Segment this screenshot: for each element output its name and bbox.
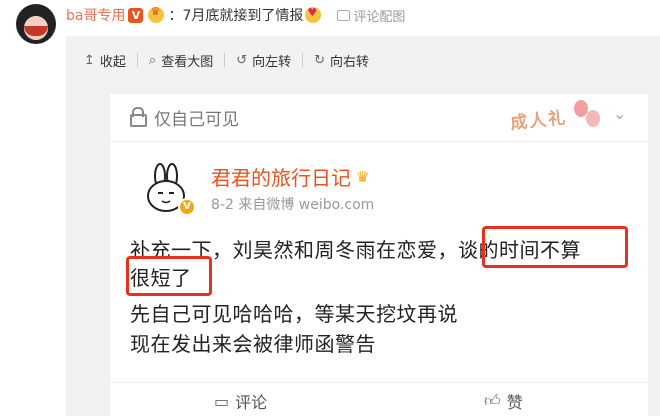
comment-label: 评论 <box>235 393 268 412</box>
comment-line: ba哥专用 V ： 7月底就接到了情报 评论配图 <box>66 5 405 25</box>
rotate-left-label: 向左转 <box>252 54 292 70</box>
highlight-box <box>126 256 212 296</box>
post-author: 君君的旅行日记 ♛ <box>211 162 369 191</box>
post-text-line-3: 先自己可见哈哈哈，等某天挖坟再说 <box>130 302 458 326</box>
screenshot-topbar: 仅自己可见 成人礼 ⌄ <box>110 94 648 142</box>
rotate-right-button[interactable]: ↻ 向右转 <box>303 51 380 70</box>
lock-icon <box>130 107 147 127</box>
member-crown-icon <box>148 5 165 23</box>
image-icon <box>337 9 351 21</box>
highlight-box <box>482 226 628 268</box>
visibility-label: 仅自己可见 <box>154 110 239 130</box>
view-large-label: 查看大图 <box>161 54 214 70</box>
collapse-icon: ↥ <box>84 52 95 68</box>
commenter-username[interactable]: ba哥专用 <box>66 5 125 25</box>
rotate-left-icon: ↺ <box>236 52 248 68</box>
rotate-right-label: 向右转 <box>330 54 370 70</box>
chevron-down-icon: ⌄ <box>613 104 627 123</box>
posted-screenshot-image[interactable]: 仅自己可见 成人礼 ⌄ V 君君的旅行日记 ♛ 8-2 来自微博 weibo.c… <box>110 94 648 416</box>
collapse-label: 收起 <box>99 54 126 70</box>
magnifier-icon: ⌕ <box>148 52 157 68</box>
heart-eyes-emoji-icon <box>305 6 322 23</box>
collapse-button[interactable]: ↥ 收起 <box>84 51 137 70</box>
like-button[interactable]: 👍︎ 赞 <box>484 389 523 413</box>
verified-v-icon: V <box>128 7 144 23</box>
post-text-line-4: 现在发出来会被律师函警告 <box>130 332 376 356</box>
comment-text: 7月底就接到了情报 <box>182 8 304 24</box>
colon: ： <box>168 8 183 24</box>
crown-icon: ♛ <box>356 167 370 186</box>
verified-icon: V <box>178 198 196 216</box>
thumbs-up-icon: 👍︎ <box>484 391 501 410</box>
comment-image-label: 评论配图 <box>353 9 406 25</box>
post-author-name: 君君的旅行日记 <box>211 166 351 190</box>
coming-of-age-badge: 成人礼 <box>502 98 622 138</box>
like-label: 赞 <box>506 393 523 412</box>
commenter-avatar[interactable] <box>16 4 56 44</box>
comment-button[interactable]: ▭ 评论 <box>214 389 267 413</box>
badge-text: 成人礼 <box>509 108 569 134</box>
view-large-button[interactable]: ⌕ 查看大图 <box>138 51 224 70</box>
rotate-left-button[interactable]: ↺ 向左转 <box>225 51 302 70</box>
comment-icon: ▭ <box>214 391 230 411</box>
balloon-icon <box>586 110 600 127</box>
comment-image-link[interactable]: 评论配图 <box>337 6 405 25</box>
post-meta: 8-2 来自微博 weibo.com <box>211 197 375 213</box>
post-actions: ▭ 评论 👍︎ 赞 <box>110 382 648 416</box>
rotate-right-icon: ↻ <box>314 52 326 68</box>
image-toolbar: ↥ 收起 ⌕ 查看大图 ↺ 向左转 ↻ 向右转 <box>84 50 380 70</box>
